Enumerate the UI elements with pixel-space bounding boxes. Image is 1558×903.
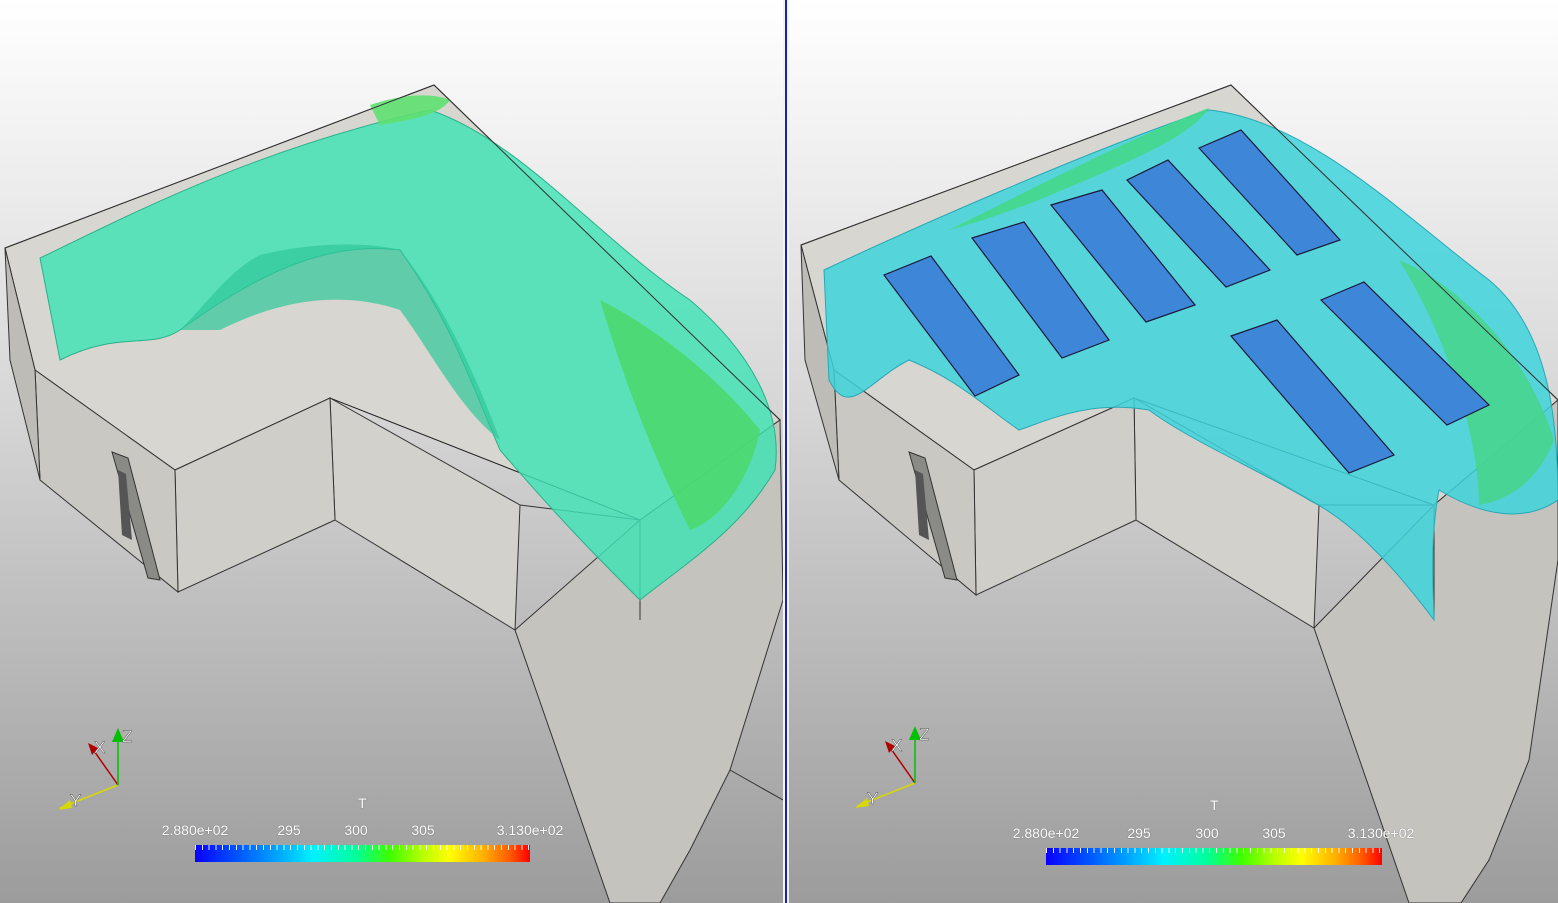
colorbar-tick-label: 305 — [1262, 825, 1286, 841]
colorbar-tick-label: 3.130e+02 — [496, 822, 564, 838]
render-view-right[interactable]: X Z Y T 2.880e+02 295 300 305 3.130e+02 — [789, 0, 1558, 903]
axis-label-z: Z — [919, 725, 929, 744]
render-view-left[interactable]: X Z Y T 2.880e+02 295 300 305 3.130e+02 — [0, 0, 783, 903]
colorbar-tick-label: 2.880e+02 — [1012, 825, 1080, 841]
axis-label-y: Y — [867, 789, 878, 808]
colorbar-tick-label: 295 — [1127, 825, 1151, 841]
room-scene-left: X Z Y — [4, 84, 783, 903]
colorbar-tick-label: 305 — [411, 822, 435, 838]
axis-label-y: Y — [70, 791, 81, 810]
temperature-colorbar — [195, 845, 530, 862]
axis-label-x: X — [891, 736, 902, 755]
axis-label-z: Z — [122, 727, 132, 746]
colorbar-tick-label: 2.880e+02 — [161, 822, 229, 838]
colorbar-title: T — [358, 795, 367, 811]
colorbar-tick-label: 300 — [1195, 825, 1219, 841]
colorbar-tick-label: 300 — [344, 822, 368, 838]
temperature-colorbar — [1046, 848, 1382, 865]
axis-label-x: X — [94, 738, 105, 757]
colorbar-tick-label: 295 — [277, 822, 301, 838]
colorbar-title: T — [1210, 797, 1219, 813]
colorbar-tick-label: 3.130e+02 — [1347, 825, 1415, 841]
room-scene-right: X Z Y — [800, 84, 1558, 903]
